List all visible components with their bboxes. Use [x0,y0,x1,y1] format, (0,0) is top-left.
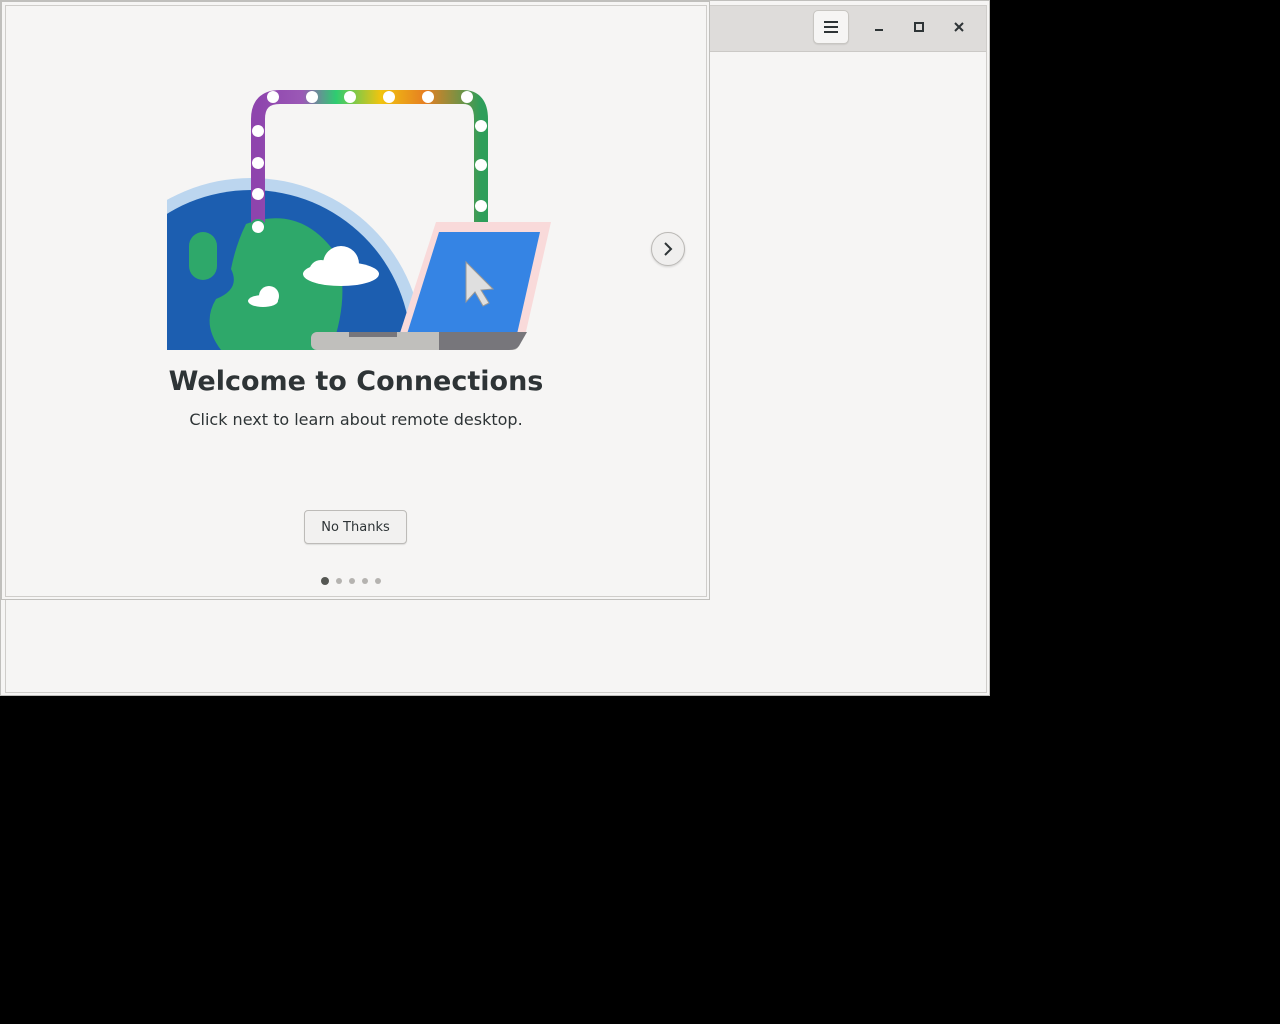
connections-illustration [161,84,551,350]
hamburger-menu-icon [824,21,838,33]
chevron-right-icon [664,242,673,256]
close-button[interactable] [947,15,971,39]
globe-graphic [161,84,423,350]
onboarding-subtitle: Click next to learn about remote desktop… [189,410,523,429]
maximize-button[interactable] [907,15,931,39]
page-indicator-dot-3[interactable] [349,578,355,584]
page-indicator [321,576,396,586]
main-menu-button[interactable] [813,10,849,44]
page-indicator-dot-1[interactable] [321,577,329,585]
page-indicator-dot-2[interactable] [336,578,342,584]
page-indicator-dot-4[interactable] [362,578,368,584]
close-icon [954,22,964,32]
page-indicator-dot-5[interactable] [375,578,381,584]
no-thanks-button[interactable]: No Thanks [304,510,407,544]
minimize-icon [875,29,883,31]
onboarding-title: Welcome to Connections [168,366,544,397]
onboarding-dialog: Welcome to Connections Click next to lea… [1,1,710,600]
minimize-button[interactable] [867,15,891,39]
next-page-button[interactable] [651,232,685,266]
maximize-icon [914,22,924,32]
onboarding-dialog-content: Welcome to Connections Click next to lea… [5,5,707,597]
